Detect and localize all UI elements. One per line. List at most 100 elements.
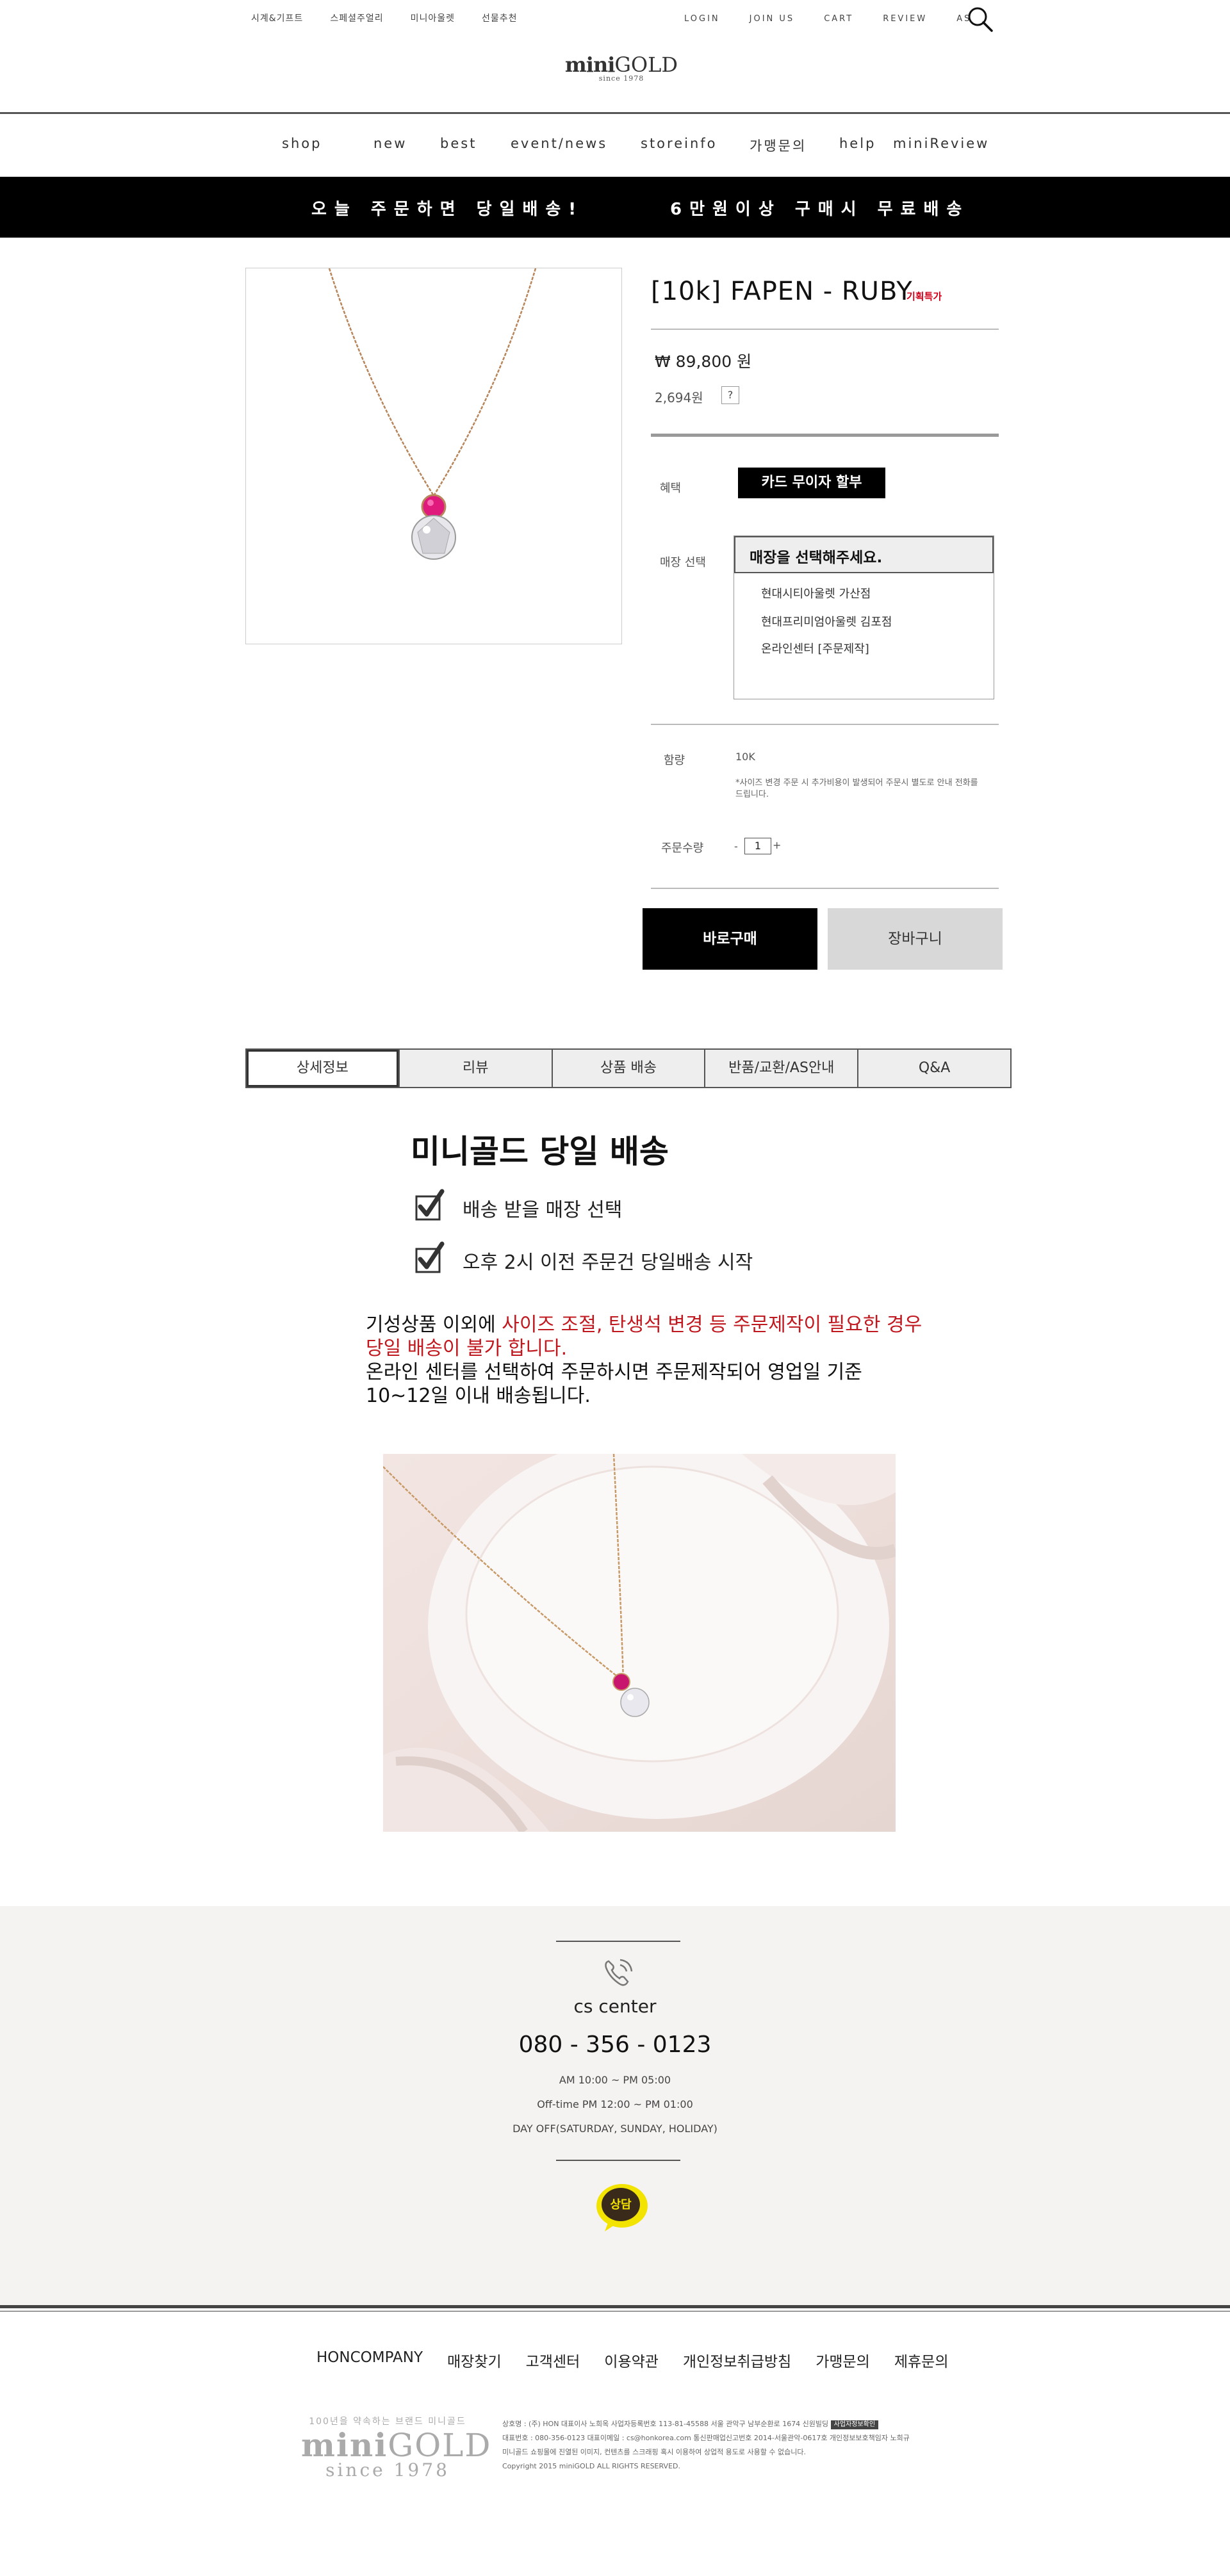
top-link-gift-recommend[interactable]: 선물추천 [482,12,518,24]
product-image [245,268,622,644]
footer-logo-since: since 1978 [325,2459,450,2481]
divider [651,724,999,725]
tab-shipping[interactable]: 상품 배송 [551,1050,705,1087]
tab-qna[interactable]: Q&A [857,1050,1010,1087]
nav-storeinfo[interactable]: storeinfo [641,136,750,155]
store-option[interactable]: 현대프리미엄아울렛 김포점 [761,613,892,630]
footer-logo-mini: mini [301,2426,388,2464]
store-select-label: 매장 선택 [660,556,706,569]
top-bar: 시계&기프트 스페셜주얼리 미니아울렛 선물추천 LOGIN JOIN US C… [0,0,1230,38]
company-info-line: 상호명 : (주) HON 대표이사 노희옥 사업자등록번호 113-81-45… [502,2420,829,2428]
detail-tabs: 상세정보 리뷰 상품 배송 반품/교환/AS안내 Q&A [245,1048,1012,1088]
divider [651,888,999,889]
divider [556,2160,680,2161]
nav-shop[interactable]: shop [282,136,373,155]
nav-new[interactable]: new [373,136,440,155]
store-option[interactable]: 현대시티아울렛 가산점 [761,585,871,601]
footer-link-store-finder[interactable]: 매장찾기 [447,2349,502,2371]
divider [556,1941,680,1942]
checkbox-icon [415,1241,445,1273]
company-info-line: 미니골드 쇼핑몰에 진열된 이미지, 컨텐츠를 스크래핑 혹시 이용하여 상업적… [502,2448,806,2456]
cs-title: cs center [573,1996,657,2017]
logo-mini: mini [564,53,615,77]
detail-title: 미니골드 당일 배송 [411,1133,669,1170]
footer-divider [0,2305,1230,2308]
quantity-increase-button[interactable]: + [773,839,781,851]
special-price-badge: 기획특가 [906,291,942,302]
karat-label: 함량 [664,754,685,767]
footer-link-privacy[interactable]: 개인정보취급방침 [683,2349,791,2371]
top-category-links: 시계&기프트 스페셜주얼리 미니아울렛 선물추천 [251,12,518,24]
necklace-photo [383,1454,896,1832]
shipping-notice: 기성상품 이외에 사이즈 조절, 탄생석 변경 등 주문제작이 필요한 경우 당… [366,1313,930,1408]
company-info: 상호명 : (주) HON 대표이사 노희옥 사업자등록번호 113-81-45… [502,2417,964,2474]
tab-detail-info[interactable]: 상세정보 [247,1050,398,1087]
footer-link-customer-center[interactable]: 고객센터 [526,2349,580,2371]
cs-hours: AM 10:00 ~ PM 05:00 [559,2074,671,2086]
karat-note: *사이즈 변경 주문 시 추가비용이 발생되어 주문시 별도로 안내 전화를 드… [735,778,978,799]
check-item-text: 오후 2시 이전 주문건 당일배송 시작 [463,1251,753,1274]
top-account-links: LOGIN JOIN US CART REVIEW AS [684,14,971,24]
banner-free-shipping: 6만원이상 구매시 무료배송 [670,200,970,219]
divider [651,329,999,330]
cart-link[interactable]: CART [824,14,853,24]
business-info-button[interactable]: 사업자정보확인 [830,2420,879,2429]
cs-offtime: Off-time PM 12:00 ~ PM 01:00 [537,2098,693,2110]
banner-same-day: 오늘 주문하면 당일배송! [311,200,584,219]
review-link[interactable]: REVIEW [883,14,927,24]
join-link[interactable]: JOIN US [750,14,795,24]
notice-text: 기성상품 이외에 [366,1314,502,1336]
top-link-special-jewelry[interactable]: 스페셜주얼리 [330,12,383,24]
footer-nav: HONCOMPANY 매장찾기 고객센터 이용약관 개인정보취급방침 가맹문의 … [316,2349,948,2371]
top-link-watch-gift[interactable]: 시계&기프트 [251,12,303,24]
footer-logo: 100년을 약속하는 브랜드 미니골드 miniGOLD since 1978 [301,2415,490,2481]
copyright: Copyright 2015 miniGOLD ALL RIGHTS RESER… [502,2462,680,2470]
tab-review[interactable]: 리뷰 [398,1050,552,1087]
necklace-image [328,268,537,560]
top-link-mini-outlet[interactable]: 미니아울렛 [411,12,455,24]
login-link[interactable]: LOGIN [684,14,720,24]
nav-event-news[interactable]: event/news [511,136,641,155]
kakao-talk-icon[interactable]: 상담 [594,2181,650,2233]
add-to-cart-button[interactable]: 장바구니 [828,908,1003,970]
header-divider [0,112,1230,114]
reward-points: 2,694원 [655,390,703,405]
company-info-line: 대표번호 : 080-356-0123 대표이메일 : cs@honkorea.… [502,2434,910,2442]
product-title: [10k] FAPEN - RUBY [651,277,913,306]
footer-link-partnership[interactable]: 제휴문의 [894,2349,949,2371]
card-installment-badge: 카드 무이자 할부 [738,468,885,498]
footer-logo-tagline: 100년을 약속하는 브랜드 미니골드 [309,2417,466,2427]
benefit-label: 혜택 [660,482,682,495]
store-select-list[interactable]: 매장을 선택해주세요. 현대시티아울렛 가산점 현대프리미엄아울렛 김포점 온라… [734,535,994,699]
points-help-button[interactable]: ? [721,386,739,404]
site-logo[interactable]: miniGOLD since 1978 [564,53,679,83]
cs-dayoff: DAY OFF(SATURDAY, SUNDAY, HOLIDAY) [512,2123,718,2135]
talk-label: 상담 [610,2198,632,2212]
search-icon[interactable] [966,5,994,33]
check-item-text: 배송 받을 매장 선택 [463,1199,623,1221]
divider [651,434,999,437]
nav-franchise[interactable]: 가맹문의 [750,136,839,155]
quantity-label: 주문수량 [661,842,704,855]
phone-icon [605,1959,633,1986]
footer-logo-gold: GOLD [388,2427,492,2464]
footer-link-franchise[interactable]: 가맹문의 [816,2349,870,2371]
store-option[interactable]: 온라인센터 [주문제작] [761,640,869,656]
product-price: ₩ 89,800 원 [655,352,752,371]
footer-link-honcompany[interactable]: HONCOMPANY [316,2349,423,2371]
tab-returns[interactable]: 반품/교환/AS안내 [704,1050,858,1087]
logo-gold: GOLD [614,53,678,77]
main-nav: shop new best event/news storeinfo 가맹문의 … [282,136,989,155]
checkbox-icon [415,1189,445,1221]
quantity-input[interactable]: 1 [744,838,771,854]
nav-best[interactable]: best [440,136,511,155]
buy-now-button[interactable]: 바로구매 [643,908,817,970]
notice-text: 온라인 센터를 선택하여 주문하시면 주문제작되어 영업일 기준 10~12일 … [366,1361,862,1407]
footer-link-terms[interactable]: 이용약관 [604,2349,659,2371]
nav-minireview[interactable]: miniReview [893,136,989,155]
quantity-decrease-button[interactable]: - [734,840,738,852]
cs-phone: 080 - 356 - 0123 [518,2032,712,2058]
store-select-placeholder[interactable]: 매장을 선택해주세요. [734,536,994,573]
nav-help[interactable]: help [839,136,893,155]
detail-product-photo [383,1454,896,1832]
